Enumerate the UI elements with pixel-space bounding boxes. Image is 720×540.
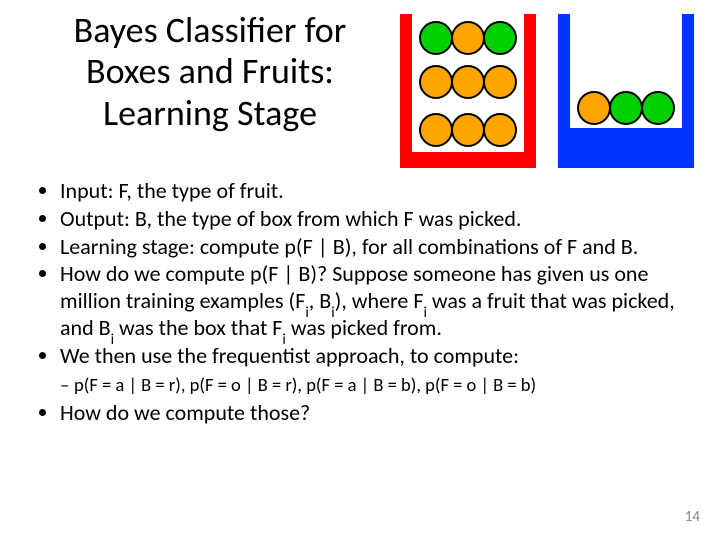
bullet-4-seg-c: ), where F bbox=[335, 287, 424, 314]
bullet-4-seg-e: was the box that F bbox=[114, 314, 282, 341]
title-line3: Learning Stage bbox=[103, 91, 317, 135]
dash-icon: – bbox=[60, 374, 74, 397]
sub-bullet-text: p(F = a | B = r), p(F = o | B = r), p(F … bbox=[74, 373, 536, 396]
bullet-5-text: We then use the frequentist approach, to… bbox=[60, 342, 519, 369]
boxes-illustration bbox=[398, 12, 696, 170]
red-box-icon bbox=[398, 12, 538, 170]
blue-box-icon bbox=[556, 12, 696, 170]
slide-title: Bayes Classifier for Boxes and Fruits: L… bbox=[40, 10, 380, 134]
bullet-3-text: Learning stage: compute p(F | B), for al… bbox=[60, 233, 638, 260]
subscript-i: i bbox=[111, 331, 114, 349]
slide: Bayes Classifier for Boxes and Fruits: L… bbox=[0, 0, 720, 540]
bullet-5: We then use the frequentist approach, to… bbox=[60, 343, 694, 396]
bullet-4-seg-f: was picked from. bbox=[286, 314, 442, 341]
title-line1: Bayes Classifier for bbox=[74, 8, 347, 52]
bullet-list: Input: F, the type of fruit. Output: B, … bbox=[34, 178, 694, 428]
bullet-1: Input: F, the type of fruit. bbox=[60, 178, 694, 205]
bullet-6-text: How do we compute those? bbox=[60, 399, 310, 426]
bullet-4-seg-b: , B bbox=[309, 287, 331, 314]
subscript-i: i bbox=[305, 304, 308, 322]
bullet-3: Learning stage: compute p(F | B), for al… bbox=[60, 234, 694, 261]
subscript-i: i bbox=[423, 304, 426, 322]
bullet-2-text: Output: B, the type of box from which F … bbox=[60, 205, 521, 232]
title-line2: Boxes and Fruits: bbox=[86, 49, 334, 93]
page-number: 14 bbox=[685, 508, 700, 526]
subscript-i: i bbox=[282, 331, 285, 349]
bullet-1-text: Input: F, the type of fruit. bbox=[60, 177, 284, 204]
bullet-4: How do we compute p(F | B)? Suppose some… bbox=[60, 261, 694, 341]
bullet-6: How do we compute those? bbox=[60, 400, 694, 427]
sub-bullet: –p(F = a | B = r), p(F = o | B = r), p(F… bbox=[60, 374, 694, 397]
subscript-i: i bbox=[331, 304, 334, 322]
bullet-2: Output: B, the type of box from which F … bbox=[60, 206, 694, 233]
